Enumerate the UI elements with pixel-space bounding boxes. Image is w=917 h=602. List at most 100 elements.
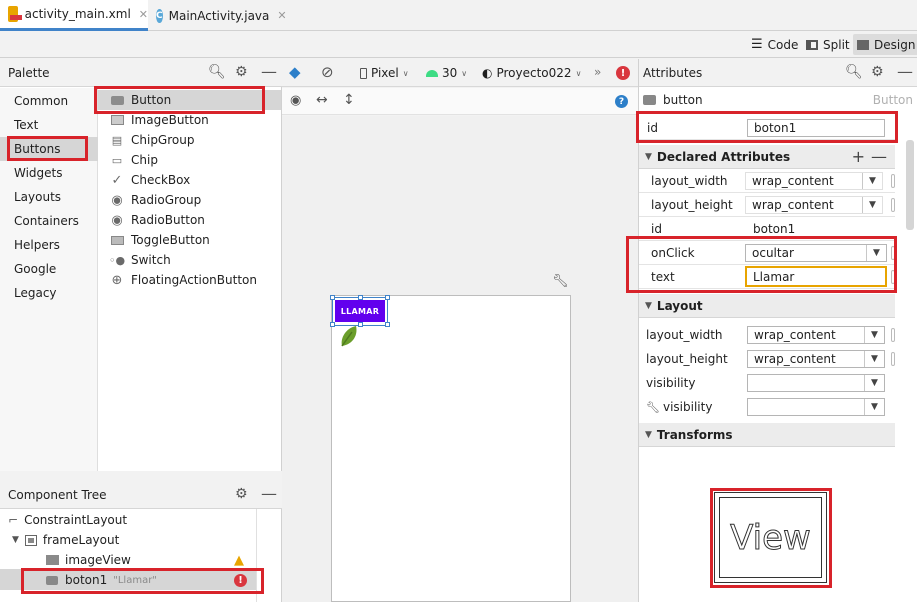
design-mode-button[interactable]: Design	[853, 34, 917, 55]
error-icon[interactable]: !	[234, 573, 247, 587]
error-icon[interactable]: !	[616, 66, 630, 80]
tree-node-boton1[interactable]: boton1 "Llamar" !	[46, 570, 256, 590]
tree-scrollbar[interactable]	[256, 509, 257, 602]
theme-selector[interactable]: ◐ Proyecto022 ∨	[482, 66, 581, 80]
layout-section-header[interactable]: ▼ Layout	[639, 294, 895, 318]
transforms-section-header[interactable]: ▼ Transforms	[639, 423, 895, 447]
orientation-icon[interactable]: ⊘	[321, 63, 334, 81]
warning-icon[interactable]: ▲	[234, 553, 244, 568]
palette-item-chipgroup[interactable]: ▤ ChipGroup	[98, 130, 281, 150]
minimize-icon[interactable]: —	[261, 62, 277, 81]
palette-item-checkbox[interactable]: ✓ CheckBox	[98, 170, 281, 190]
tree-node-imageview[interactable]: imageView ▲	[46, 550, 256, 570]
palette-item-radiobutton[interactable]: ◉ RadioButton	[98, 210, 281, 230]
onclick-dropdown[interactable]: ocultar ▼	[745, 243, 887, 262]
tools-visibility-select[interactable]: ▼	[747, 398, 885, 416]
tree-node-constraintlayout[interactable]: ⌐ ConstraintLayout	[8, 510, 127, 530]
palette-item-fab[interactable]: ⊕ FloatingActionButton	[98, 270, 281, 290]
declared-layout-width-row: layout_width wrap_content ▼	[639, 169, 895, 193]
minimize-icon[interactable]: —	[261, 484, 277, 503]
button-icon	[643, 95, 656, 105]
palette-category-layouts[interactable]: Layouts	[0, 185, 98, 209]
flag-icon[interactable]	[891, 245, 895, 260]
tab-main-activity-java[interactable]: C MainActivity.java ✕	[148, 0, 287, 31]
palette-category-containers[interactable]: Containers	[0, 209, 98, 233]
search-icon[interactable]: 🔍︎	[845, 64, 863, 80]
gear-icon[interactable]: ⚙	[235, 64, 248, 80]
remove-icon[interactable]: —	[871, 147, 887, 166]
palette-item-button[interactable]: Button	[98, 90, 281, 110]
chip-icon: ▭	[111, 153, 123, 167]
palette-item-switch[interactable]: ◦● Switch	[98, 250, 281, 270]
id-input[interactable]: boton1	[747, 118, 885, 137]
expand-arrow-icon[interactable]: ▼	[12, 535, 19, 545]
resize-handle[interactable]	[358, 295, 363, 300]
text-input[interactable]: Llamar	[745, 266, 887, 287]
palette-item-imagebutton[interactable]: ImageButton	[98, 110, 281, 130]
resize-handle[interactable]	[330, 295, 335, 300]
frame-layout-icon	[24, 534, 37, 546]
split-mode-button[interactable]: Split	[802, 34, 854, 55]
layout-height-dropdown[interactable]: wrap_content ▼	[745, 195, 883, 214]
leaf-image[interactable]	[338, 322, 362, 350]
xml-layout-icon	[8, 6, 22, 22]
help-icon[interactable]: ?	[615, 95, 628, 108]
resize-handle[interactable]	[330, 322, 335, 327]
search-icon[interactable]: 🔍︎	[208, 64, 226, 80]
wrench-icon[interactable]: 🔧︎	[552, 274, 569, 289]
api-level-selector[interactable]: 30 ∨	[426, 66, 467, 80]
palette-item-togglebutton[interactable]: ToggleButton	[98, 230, 281, 250]
gear-icon[interactable]: ⚙	[871, 64, 884, 80]
design-subtoolbar	[282, 88, 638, 115]
chevron-down-icon: ∨	[575, 68, 582, 78]
canvas-button-llamar[interactable]: LLAMAR	[335, 300, 385, 322]
switch-icon: ◦●	[108, 253, 126, 267]
flag-icon[interactable]	[891, 197, 895, 212]
palette-category-helpers[interactable]: Helpers	[0, 233, 98, 257]
palette-category-google[interactable]: Google	[0, 257, 98, 281]
device-screen[interactable]	[331, 295, 571, 602]
declared-id-value[interactable]: boton1	[747, 219, 795, 239]
vertical-resize-icon[interactable]: ↕	[343, 92, 355, 108]
resize-handle[interactable]	[385, 322, 390, 327]
attributes-title: Attributes	[643, 65, 703, 80]
flag-icon[interactable]	[891, 328, 895, 342]
palette-item-radiogroup[interactable]: ◉ RadioGroup	[98, 190, 281, 210]
minimize-icon[interactable]: —	[897, 62, 913, 81]
palette-category-buttons[interactable]: Buttons	[0, 137, 98, 161]
chevron-down-icon: ∨	[461, 68, 468, 78]
palette-category-common[interactable]: Common	[0, 89, 98, 113]
declared-attributes-header[interactable]: ▼ Declared Attributes + —	[639, 145, 895, 169]
overflow-menu-icon[interactable]: »	[594, 65, 601, 79]
horizontal-resize-icon[interactable]: ↔	[316, 92, 328, 108]
layout-width-dropdown[interactable]: wrap_content ▼	[745, 171, 883, 190]
eye-icon[interactable]: ◉	[290, 93, 301, 108]
close-icon[interactable]: ✕	[139, 8, 148, 21]
view-mode-bar: ☰ Code Split Design	[0, 31, 917, 58]
device-selector[interactable]: Pixel ∨	[360, 66, 409, 80]
close-icon[interactable]: ✕	[277, 9, 286, 22]
add-icon[interactable]: +	[852, 147, 865, 166]
android-icon	[426, 69, 438, 77]
palette-category-text[interactable]: Text	[0, 113, 98, 137]
tree-node-framelayout[interactable]: ▼ frameLayout	[12, 530, 119, 550]
flag-icon[interactable]	[891, 269, 895, 284]
layout-width-select[interactable]: wrap_content ▼	[747, 326, 885, 344]
attribute-id-row: id boton1	[639, 116, 895, 140]
palette-category-widgets[interactable]: Widgets	[0, 161, 98, 185]
gear-icon[interactable]: ⚙	[235, 486, 248, 502]
attributes-scrollbar[interactable]	[906, 140, 914, 230]
layout-height-select[interactable]: wrap_content ▼	[747, 350, 885, 368]
visibility-select[interactable]: ▼	[747, 374, 885, 392]
tab-activity-main-xml[interactable]: activity_main.xml ✕	[0, 0, 148, 31]
palette-category-legacy[interactable]: Legacy	[0, 281, 98, 305]
theme-icon: ◐	[482, 66, 493, 80]
flag-icon[interactable]	[891, 352, 895, 366]
image-icon	[857, 39, 869, 50]
resize-handle[interactable]	[385, 295, 390, 300]
palette-item-chip[interactable]: ▭ Chip	[98, 150, 281, 170]
chevron-down-icon: ∨	[402, 68, 409, 78]
code-mode-button[interactable]: ☰ Code	[747, 34, 802, 55]
layers-icon[interactable]: ◆	[289, 63, 301, 81]
flag-icon[interactable]	[891, 173, 895, 188]
